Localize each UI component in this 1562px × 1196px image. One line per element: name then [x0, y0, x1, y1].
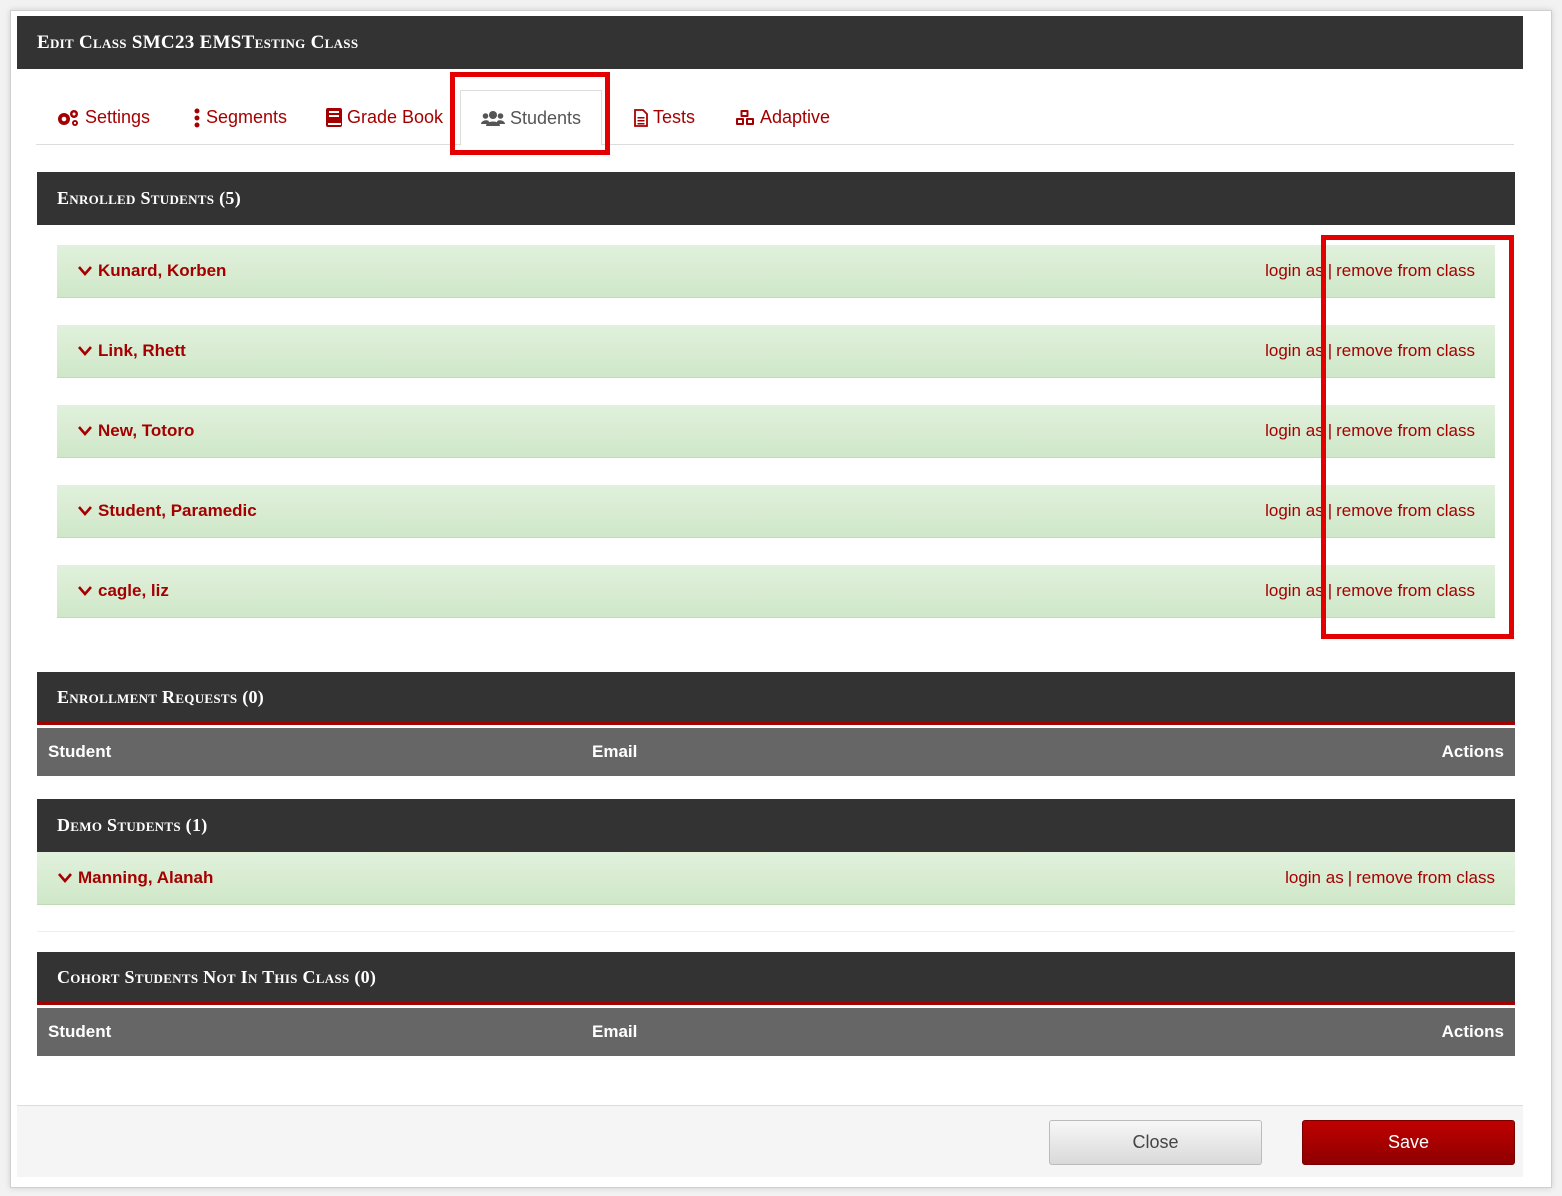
- student-name: Kunard, Korben: [98, 261, 227, 280]
- student-name: Manning, Alanah: [78, 868, 214, 887]
- tab-label: Segments: [206, 107, 288, 127]
- document-icon: [634, 108, 648, 127]
- tab-label: Settings: [85, 107, 151, 127]
- close-button[interactable]: Close: [1049, 1120, 1262, 1165]
- student-toggle[interactable]: Student, Paramedic: [77, 501, 257, 521]
- remove-from-class-link[interactable]: remove from class: [1336, 261, 1475, 281]
- cohort-students-table-header: Student Email Actions: [37, 1008, 1515, 1056]
- login-as-link[interactable]: login as: [1265, 421, 1324, 441]
- row-actions: login as | remove from class: [1265, 261, 1475, 281]
- tab-segments[interactable]: Segments: [193, 90, 287, 145]
- tab-students[interactable]: Students: [460, 90, 603, 146]
- chevron-down-icon: [78, 266, 92, 276]
- section-title: Enrolled Students (5): [57, 188, 242, 208]
- student-toggle[interactable]: New, Totoro: [77, 421, 194, 441]
- login-as-link[interactable]: login as: [1265, 261, 1324, 281]
- separator: |: [1327, 501, 1333, 520]
- tab-tests[interactable]: Tests: [634, 90, 695, 145]
- remove-from-class-link[interactable]: remove from class: [1336, 421, 1475, 441]
- chevron-down-icon: [78, 586, 92, 596]
- separator: |: [1327, 341, 1333, 360]
- student-row: Link, Rhett login as | remove from class: [57, 325, 1495, 378]
- student-name: Link, Rhett: [98, 341, 186, 360]
- student-name: New, Totoro: [98, 421, 195, 440]
- student-name: Student, Paramedic: [98, 501, 257, 520]
- chevron-down-icon: [78, 426, 92, 436]
- save-button[interactable]: Save: [1302, 1120, 1515, 1165]
- divider: [37, 931, 1515, 932]
- row-actions: login as | remove from class: [1265, 501, 1475, 521]
- tab-adaptive[interactable]: Adaptive: [735, 90, 830, 145]
- row-actions: login as | remove from class: [1285, 868, 1495, 888]
- tab-label: Tests: [653, 107, 696, 127]
- cohort-students-header: Cohort Students Not In This Class (0): [37, 952, 1515, 1005]
- chevron-down-icon: [78, 506, 92, 516]
- section-title: Demo Students (1): [57, 815, 208, 835]
- demo-students-header: Demo Students (1): [37, 799, 1515, 852]
- student-row: Student, Paramedic login as | remove fro…: [57, 485, 1495, 538]
- column-actions: Actions: [1441, 1022, 1504, 1041]
- column-email: Email: [592, 742, 638, 761]
- separator: |: [1327, 261, 1333, 280]
- student-toggle[interactable]: Manning, Alanah: [57, 868, 213, 888]
- modal-header: Edit Class SMC23 EMSTesting Class: [17, 16, 1523, 69]
- enrollment-requests-table-header: Student Email Actions: [37, 728, 1515, 776]
- column-actions: Actions: [1441, 742, 1504, 761]
- student-toggle[interactable]: Kunard, Korben: [77, 261, 226, 281]
- vertical-ellipsis-icon: [194, 108, 200, 127]
- enrollment-requests-header: Enrollment Requests (0): [37, 672, 1515, 725]
- login-as-link[interactable]: login as: [1265, 581, 1324, 601]
- row-actions: login as | remove from class: [1265, 341, 1475, 361]
- student-name: cagle, liz: [98, 581, 169, 600]
- student-row: Manning, Alanah login as | remove from c…: [37, 852, 1515, 905]
- remove-from-class-link[interactable]: remove from class: [1336, 581, 1475, 601]
- column-student: Student: [48, 742, 112, 761]
- users-icon: [481, 111, 505, 126]
- cubes-icon: [736, 109, 754, 125]
- section-title: Enrollment Requests (0): [57, 686, 265, 707]
- student-row: cagle, liz login as | remove from class: [57, 565, 1495, 618]
- column-student: Student: [48, 1022, 112, 1041]
- chevron-down-icon: [78, 346, 92, 356]
- remove-from-class-link[interactable]: remove from class: [1336, 501, 1475, 521]
- login-as-link[interactable]: login as: [1265, 501, 1324, 521]
- modal-title: Edit Class SMC23 EMSTesting Class: [37, 31, 359, 53]
- separator: |: [1327, 421, 1333, 440]
- tab-settings[interactable]: Settings: [56, 90, 150, 145]
- student-row: New, Totoro login as | remove from class: [57, 405, 1495, 458]
- chevron-down-icon: [58, 873, 72, 883]
- enrolled-students-header: Enrolled Students (5): [37, 172, 1515, 225]
- tab-label: Grade Book: [347, 107, 444, 127]
- login-as-link[interactable]: login as: [1265, 341, 1324, 361]
- book-icon: [326, 108, 342, 127]
- separator: |: [1347, 868, 1353, 887]
- tab-bar: Settings Segments Grade Book Students Te…: [36, 70, 1514, 146]
- remove-from-class-link[interactable]: remove from class: [1356, 868, 1495, 888]
- gears-icon: [58, 109, 78, 126]
- separator: |: [1327, 581, 1333, 600]
- modal-footer: Close Save: [17, 1105, 1523, 1177]
- tab-label: Adaptive: [760, 107, 831, 127]
- remove-from-class-link[interactable]: remove from class: [1336, 341, 1475, 361]
- row-actions: login as | remove from class: [1265, 581, 1475, 601]
- row-actions: login as | remove from class: [1265, 421, 1475, 441]
- student-toggle[interactable]: Link, Rhett: [77, 341, 186, 361]
- student-row: Kunard, Korben login as | remove from cl…: [57, 245, 1495, 298]
- student-toggle[interactable]: cagle, liz: [77, 581, 169, 601]
- section-title: Cohort Students Not In This Class (0): [57, 966, 377, 987]
- login-as-link[interactable]: login as: [1285, 868, 1344, 888]
- tab-label: Students: [510, 107, 582, 128]
- tab-grade-book[interactable]: Grade Book: [326, 90, 443, 145]
- column-email: Email: [592, 1022, 638, 1041]
